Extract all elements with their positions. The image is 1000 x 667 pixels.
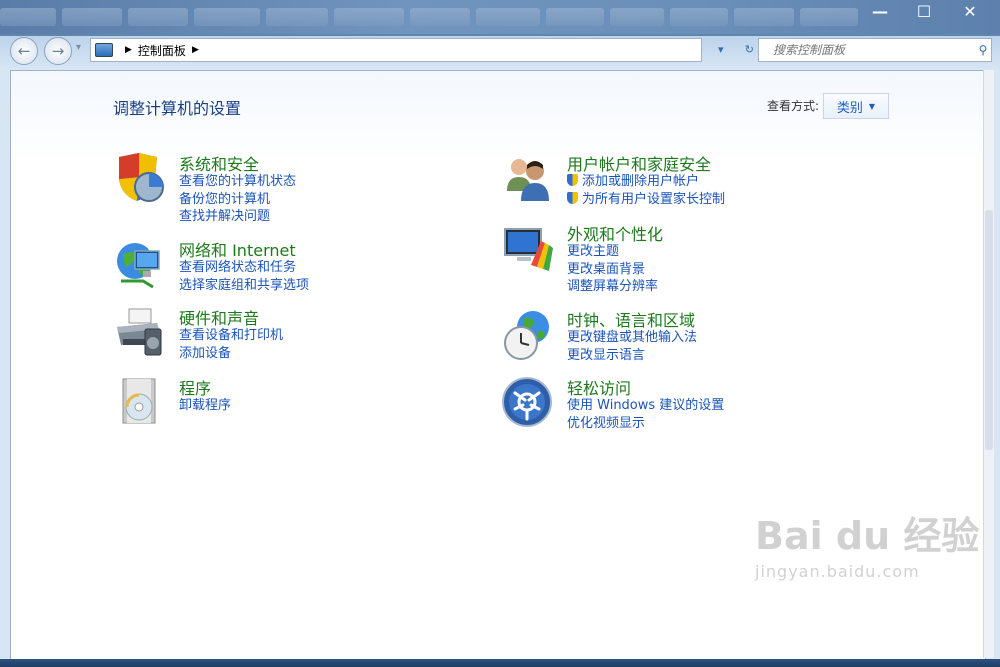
category-title[interactable]: 轻松访问 [567,375,631,399]
breadcrumb-control-panel[interactable]: 控制面板 [138,42,186,59]
link-view-computer-status[interactable]: 查看您的计算机状态 [179,173,296,191]
title-bar: — ☐ ✕ [0,0,1000,34]
close-button[interactable]: ✕ [946,0,994,22]
link-add-remove-accounts[interactable]: 添加或删除用户帐户 [567,173,725,191]
category-title[interactable]: 程序 [179,375,211,399]
window-controls: — ☐ ✕ [858,0,994,22]
uac-shield-icon [567,191,578,204]
system-security-icon [119,153,164,202]
link-text: 为所有用户设置家长控制 [582,191,726,207]
category-title[interactable]: 用户帐户和家庭安全 [567,151,711,175]
watermark-url: jingyan.baidu.com [755,562,920,581]
link-add-device[interactable]: 添加设备 [179,345,283,363]
link-screen-resolution[interactable]: 调整屏幕分辨率 [567,278,658,296]
explorer-window: — ☐ ✕ ← → ▾ ▶ 控制面板 ▶ ▾ ↻ ⚲ 调整计算机的设置 查看方式… [0,0,1000,667]
breadcrumb-arrow-icon[interactable]: ▶ [192,45,199,55]
category-title[interactable]: 网络和 Internet [179,237,296,261]
address-dropdown-icon[interactable]: ▾ [718,43,724,56]
ease-of-access-icon [502,377,552,427]
view-by-value: 类别 [836,100,863,116]
link-change-theme[interactable]: 更改主题 [567,243,658,261]
vertical-scrollbar[interactable] [983,70,994,658]
view-by-select[interactable]: 类别 ▼ [823,93,889,119]
page-title: 调整计算机的设置 [113,99,242,118]
chevron-down-icon: ▼ [868,101,876,111]
maximize-button[interactable]: ☐ [902,0,946,22]
search-icon[interactable]: ⚲ [975,43,991,57]
scrollbar-thumb[interactable] [985,210,993,450]
baidu-watermark: Bai du 经验 jingyan.baidu.com [755,505,979,581]
network-internet-icon [117,243,160,289]
refresh-area: ▾ ↻ [718,38,754,60]
view-by-label: 查看方式: [767,99,820,113]
link-change-display-language[interactable]: 更改显示语言 [567,347,697,365]
link-uninstall-program[interactable]: 卸载程序 [179,397,231,415]
uac-shield-icon [567,174,578,186]
address-bar[interactable]: ▶ 控制面板 ▶ [90,38,702,62]
link-homegroup-sharing[interactable]: 选择家庭组和共享选项 [179,277,309,295]
navigation-bar: ← → ▾ ▶ 控制面板 ▶ ▾ ↻ ⚲ [6,36,994,66]
control-panel-icon [95,43,113,57]
hardware-sound-icon [117,308,162,356]
link-parental-controls[interactable]: 为所有用户设置家长控制 [567,191,725,209]
category-title[interactable]: 硬件和声音 [179,305,259,329]
blurred-taskbar-strip [0,8,860,30]
minimize-button[interactable]: — [858,0,902,22]
refresh-button[interactable]: ↻ [745,43,754,56]
category-title[interactable]: 外观和个性化 [567,221,663,245]
user-accounts-icon [507,159,549,201]
recent-pages-dropdown[interactable]: ▾ [76,42,81,53]
category-title[interactable]: 系统和安全 [179,151,259,175]
link-windows-recommended-settings[interactable]: 使用 Windows 建议的设置 [567,397,724,415]
search-box[interactable]: ⚲ [758,38,992,62]
link-text: 添加或删除用户帐户 [582,174,700,189]
appearance-icon [504,228,553,271]
breadcrumb-arrow-icon[interactable]: ▶ [125,45,132,55]
forward-button[interactable]: → [44,37,72,65]
link-devices-printers[interactable]: 查看设备和打印机 [179,327,283,345]
link-troubleshoot[interactable]: 查找并解决问题 [179,208,296,226]
link-optimize-display[interactable]: 优化视频显示 [567,415,724,433]
watermark-brand: Bai du 经验 [755,514,980,558]
programs-icon [122,378,156,424]
link-network-status[interactable]: 查看网络状态和任务 [179,259,309,277]
back-button[interactable]: ← [10,37,38,65]
clock-language-icon [504,311,549,360]
category-title[interactable]: 时钟、语言和区域 [567,307,695,331]
taskbar-strip [0,659,1000,667]
link-change-wallpaper[interactable]: 更改桌面背景 [567,261,658,279]
link-backup-computer[interactable]: 备份您的计算机 [179,191,296,209]
search-input[interactable] [759,42,975,58]
link-change-keyboards[interactable]: 更改键盘或其他输入法 [567,329,697,347]
